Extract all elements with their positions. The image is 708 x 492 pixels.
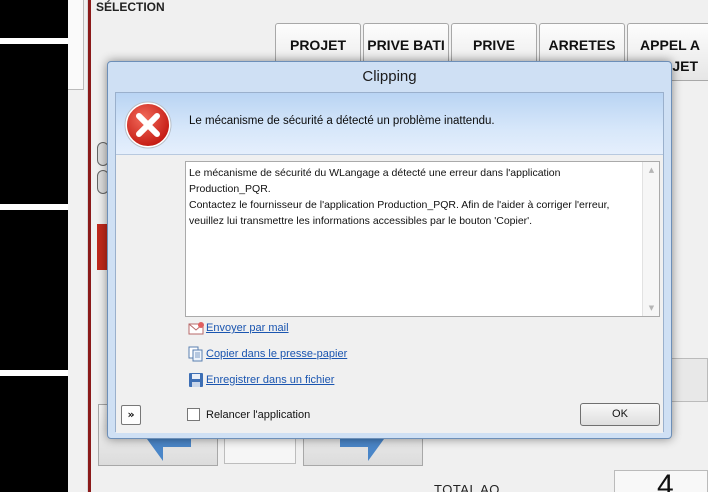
ok-button[interactable]: OK	[580, 403, 660, 426]
panel-separator	[0, 204, 68, 210]
section-title: SÉLECTION	[96, 0, 165, 14]
message-line: Contactez le fournisseur de l'applicatio…	[189, 199, 610, 211]
error-dialog: Clipping Le mécanisme de sécurité a déte…	[107, 61, 672, 439]
total-value: 4	[657, 469, 674, 492]
dialog-heading: Le mécanisme de sécurité a détecté un pr…	[189, 115, 495, 127]
panel-separator	[0, 38, 68, 44]
message-line: Production_PQR.	[189, 183, 271, 195]
save-file-action[interactable]: Enregistrer dans un fichier	[188, 371, 334, 389]
error-x-icon	[124, 101, 172, 149]
scroll-down-icon[interactable]: ▼	[643, 300, 660, 316]
side-button[interactable]	[671, 358, 708, 402]
dialog-content: Le mécanisme de sécurité a détecté un pr…	[115, 92, 664, 433]
dialog-header: Le mécanisme de sécurité a détecté un pr…	[116, 93, 663, 155]
message-scrollbar[interactable]: ▲ ▼	[642, 162, 659, 316]
expand-details-button[interactable]: »	[121, 405, 141, 425]
scroll-up-icon[interactable]: ▲	[643, 162, 660, 178]
total-value-box: 4	[614, 469, 708, 492]
relaunch-label[interactable]: Relancer l'application	[206, 409, 310, 421]
relaunch-checkbox[interactable]	[187, 408, 200, 421]
copy-clipboard-action[interactable]: Copier dans le presse-papier	[188, 345, 347, 363]
left-dark-panel	[0, 0, 68, 492]
relaunch-option[interactable]: Relancer l'application	[187, 408, 310, 421]
save-disk-icon	[189, 373, 203, 387]
save-file-link[interactable]: Enregistrer dans un fichier	[206, 374, 334, 386]
copy-icon	[188, 346, 203, 362]
message-textarea[interactable]: Le mécanisme de sécurité du WLangage a d…	[185, 161, 660, 317]
dialog-body: Le mécanisme de sécurité du WLangage a d…	[116, 155, 663, 433]
message-line: Le mécanisme de sécurité du WLangage a d…	[189, 167, 561, 179]
message-line: veuillez lui transmettre les information…	[189, 215, 533, 227]
send-mail-link[interactable]: Envoyer par mail	[206, 322, 289, 334]
send-mail-action[interactable]: Envoyer par mail	[188, 319, 289, 337]
message-text: Le mécanisme de sécurité du WLangage a d…	[189, 165, 641, 229]
copy-clipboard-link[interactable]: Copier dans le presse-papier	[206, 348, 347, 360]
total-label: TOTAL AO	[434, 482, 500, 492]
mail-icon	[188, 322, 204, 335]
left-gutter	[68, 0, 88, 492]
dialog-title: Clipping	[362, 68, 417, 85]
panel-separator	[0, 370, 68, 376]
